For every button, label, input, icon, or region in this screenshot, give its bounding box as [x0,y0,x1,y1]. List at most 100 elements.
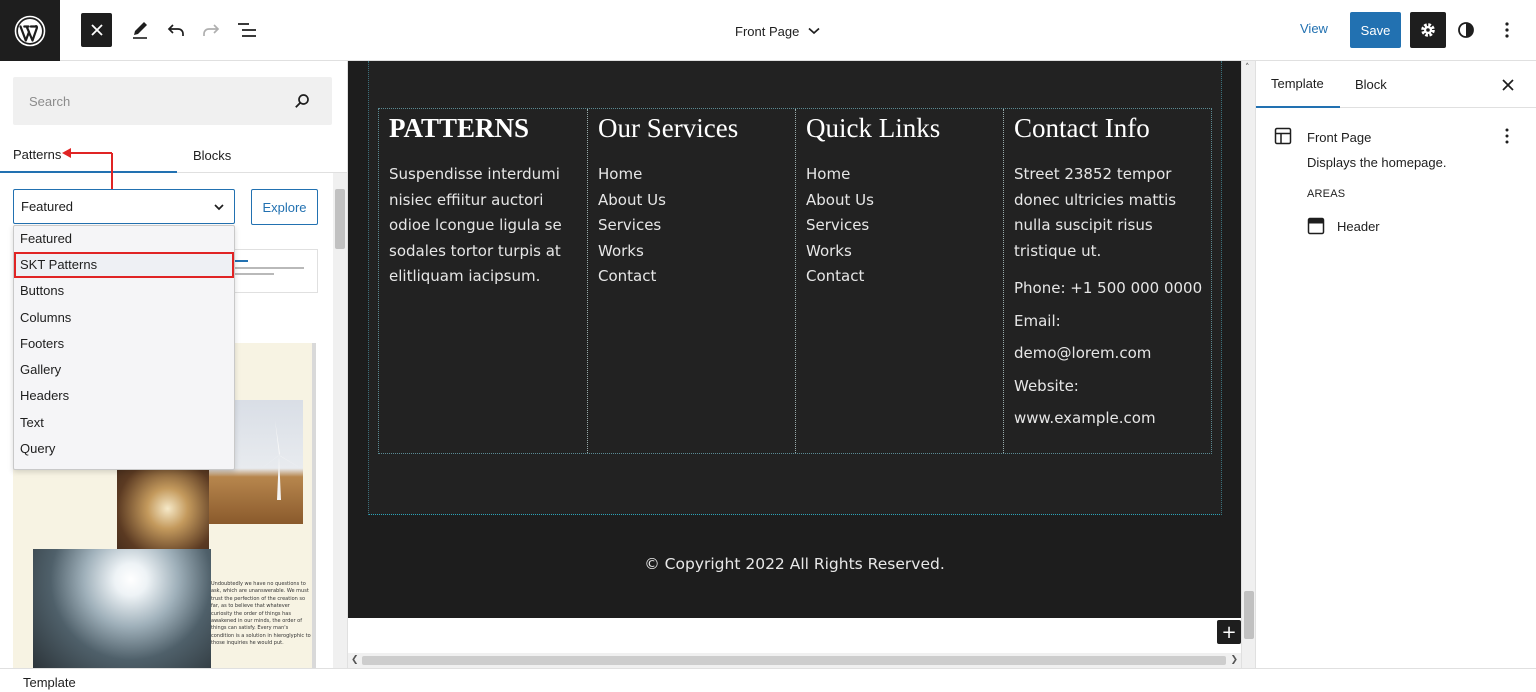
search-input[interactable] [13,77,293,125]
column-heading[interactable]: Quick Links [806,113,993,144]
column-patterns[interactable]: PATTERNS Suspendisse interdumi nisiec ef… [379,109,588,453]
template-description: Displays the homepage. [1307,155,1447,170]
category-select[interactable]: Featured [13,189,235,224]
list-view-button[interactable] [233,16,261,44]
gear-icon [1421,23,1435,37]
menu-link-home[interactable]: Home [598,162,785,188]
column-contact-info[interactable]: Contact Info Street 23852 tempor donec u… [1004,109,1211,453]
save-button[interactable]: Save [1350,12,1401,48]
column-heading[interactable]: Our Services [598,113,785,144]
search-icon [295,94,309,108]
editor-top-bar: Front Page View Save [0,0,1536,61]
close-icon [90,24,103,36]
inserter-tabs: Patterns Blocks [0,137,347,173]
template-title: Front Page [1307,130,1372,145]
canvas-horizontal-scrollbar[interactable]: ❮ ❯ [348,653,1241,668]
copyright-text[interactable]: © Copyright 2022 All Rights Reserved. [348,555,1241,573]
wordpress-logo-button[interactable] [0,0,60,61]
category-option-gallery[interactable]: Gallery [14,357,234,383]
inserter-scrollbar[interactable] [333,173,347,668]
scroll-right-icon[interactable]: ❯ [1230,655,1238,665]
undo-button[interactable] [162,16,190,44]
close-settings-button[interactable] [1497,74,1519,96]
chevron-down-icon [808,27,820,35]
document-title: Front Page [735,23,800,39]
breadcrumb[interactable]: Template [23,675,76,690]
menu-link-works[interactable]: Works [598,239,785,265]
menu-link-about-us[interactable]: About Us [598,188,785,214]
inserter-search [13,77,332,125]
document-title-dropdown[interactable]: Front Page [735,20,820,42]
menu-link-services[interactable]: Services [806,213,993,239]
pattern-preview-text: Undoubtedly we have no questions to ask,… [211,581,311,647]
template-options-button[interactable] [1499,127,1515,145]
category-option-columns[interactable]: Columns [14,305,234,331]
contact-address[interactable]: Street 23852 tempor donec ultricies matt… [1014,162,1201,264]
contact-email-label[interactable]: Email: [1014,305,1201,337]
menu-link-services[interactable]: Services [598,213,785,239]
column-our-services[interactable]: Our Services Home About Us Services Work… [588,109,796,453]
column-heading[interactable]: Contact Info [1014,113,1201,144]
tab-block[interactable]: Block [1355,61,1387,108]
tools-button[interactable] [126,16,154,44]
footer-section[interactable]: PATTERNS Suspendisse interdumi nisiec ef… [348,61,1241,618]
tab-patterns[interactable]: Patterns [0,137,177,173]
columns-block[interactable]: PATTERNS Suspendisse interdumi nisiec ef… [378,108,1212,454]
areas-heading: AREAS [1307,188,1346,200]
menu-link-works[interactable]: Works [806,239,993,265]
category-option-featured[interactable]: Featured [14,226,234,252]
layout-icon [1274,127,1292,145]
contact-website-label[interactable]: Website: [1014,370,1201,402]
canvas-vertical-scrollbar[interactable]: ˄ [1241,61,1255,668]
scroll-up-icon[interactable]: ˄ [1245,63,1250,73]
category-option-skt-patterns[interactable]: SKT Patterns [14,252,234,279]
undo-icon [167,24,184,36]
contact-website[interactable]: www.example.com [1014,402,1201,434]
pattern-preview-small[interactable] [225,249,318,293]
tab-blocks[interactable]: Blocks [177,137,347,173]
category-dropdown-list: Featured SKT Patterns Buttons Columns Fo… [13,225,235,470]
editor-footer: Template [0,668,1536,692]
wordpress-icon [14,15,46,46]
plus-icon: + [1221,621,1237,643]
options-button[interactable] [1493,16,1521,44]
column-quick-links[interactable]: Quick Links Home About Us Services Works… [796,109,1004,453]
quick-links-menu: Home About Us Services Works Contact [806,162,993,290]
column-paragraph[interactable]: Suspendisse interdumi nisiec effiitur au… [389,162,577,290]
menu-link-contact[interactable]: Contact [598,264,785,290]
contact-email[interactable]: demo@lorem.com [1014,337,1201,369]
half-circle-icon [1458,22,1474,38]
services-menu: Home About Us Services Works Contact [598,162,785,290]
category-option-headers[interactable]: Headers [14,383,234,409]
scroll-left-icon[interactable]: ❮ [351,655,359,665]
category-option-query[interactable]: Query [14,436,234,462]
header-icon [1307,217,1325,235]
view-button[interactable]: View [1300,21,1328,36]
menu-link-home[interactable]: Home [806,162,993,188]
redo-button[interactable] [197,16,225,44]
category-option-buttons[interactable]: Buttons [14,278,234,304]
column-heading[interactable]: PATTERNS [389,113,577,144]
close-inserter-button[interactable] [81,13,112,47]
tab-template[interactable]: Template [1256,61,1340,108]
vertical-ellipsis-icon [1505,128,1509,144]
menu-link-contact[interactable]: Contact [806,264,993,290]
add-block-button[interactable]: + [1217,620,1241,644]
settings-button[interactable] [1410,12,1446,48]
scrollbar-thumb[interactable] [335,189,345,249]
explore-button[interactable]: Explore [251,189,318,225]
scrollbar-thumb[interactable] [1244,591,1254,639]
settings-sidebar: Template Block Front Page Displays the h… [1255,61,1536,668]
category-option-text[interactable]: Text [14,410,234,436]
category-select-value: Featured [21,199,74,214]
menu-link-about-us[interactable]: About Us [806,188,993,214]
settings-tabs: Template Block [1256,61,1536,108]
area-item-header[interactable]: Header [1307,215,1380,237]
contact-phone[interactable]: Phone: +1 500 000 0000 [1014,272,1202,304]
category-option-footers[interactable]: Footers [14,331,234,357]
redo-icon [203,24,220,36]
pencil-icon [133,22,147,39]
coast-image [33,549,211,668]
scrollbar-thumb[interactable] [362,656,1226,665]
styles-button[interactable] [1452,16,1480,44]
